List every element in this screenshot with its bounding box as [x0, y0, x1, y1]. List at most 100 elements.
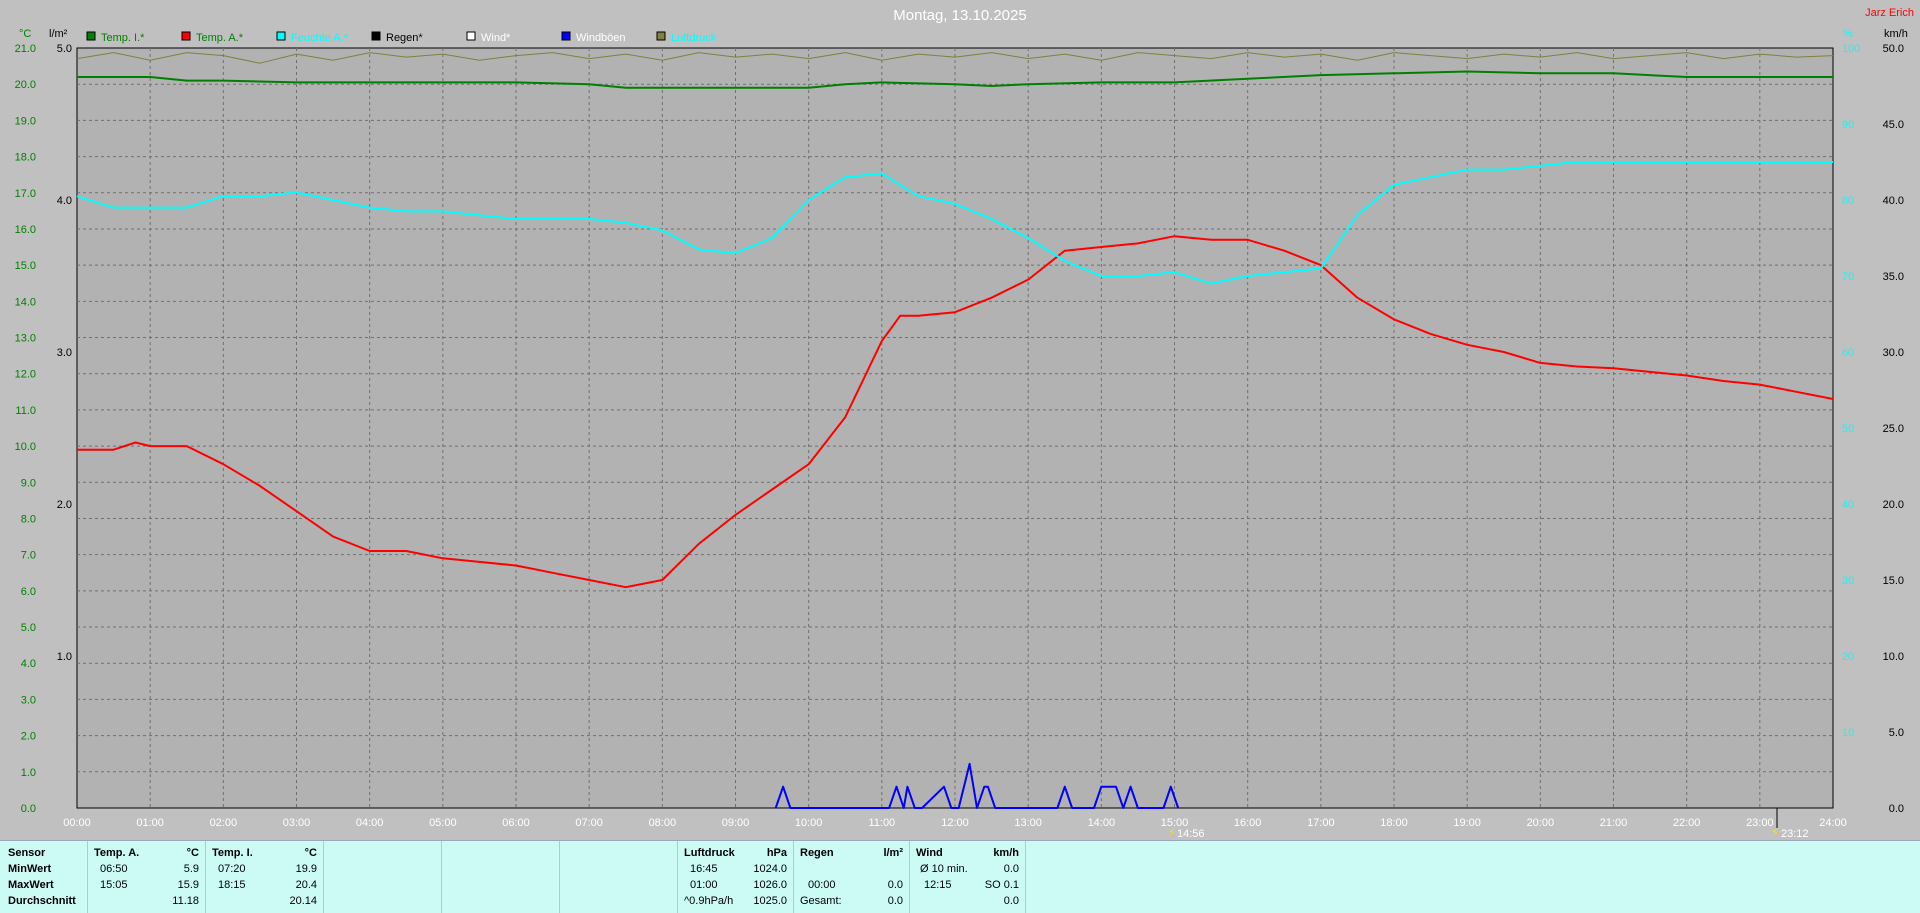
wind-title: Wind — [916, 847, 943, 859]
time-tick-label: 14:00 — [1088, 817, 1116, 829]
humidity-tick-label: 100 — [1842, 43, 1860, 55]
summary-pressure: Luftdruck hPa 16:45 1024.0 01:00 1026.0 … — [678, 841, 794, 913]
humidity-tick-label: 60 — [1842, 347, 1854, 359]
summary-temp-i: Temp. I. °C 07:20 19.9 18:15 20.4 20.14 — [206, 841, 324, 913]
lightning-icon: ⚡ — [1168, 826, 1176, 839]
humidity-tick-label: 50 — [1842, 423, 1854, 435]
wind-extra-value: 0.0 — [1003, 895, 1019, 907]
wind-tick-label: 50.0 — [1883, 43, 1904, 55]
temp-tick-label: 9.0 — [21, 477, 36, 489]
summary-panel: Sensor MinWert MaxWert Durchschnitt Temp… — [0, 840, 1920, 913]
legend-label-regen: Regen* — [386, 32, 423, 44]
humidity-tick-label: 80 — [1842, 195, 1854, 207]
time-tick-label: 13:00 — [1014, 817, 1042, 829]
legend-label-temp-a: Temp. A.* — [196, 32, 244, 44]
humidity-tick-label: 20 — [1842, 651, 1854, 663]
legend-swatch-feuchte-a — [276, 31, 286, 41]
weather-chart: 0.0 1.0 2.0 3.0 4.0 5.0 6.0 7.0 8.0 9.0 10.0 11.0 12… — [0, 0, 1920, 840]
wind-avg-label: Ø 10 min. — [920, 863, 968, 875]
wind-max-value: SO 0.1 — [984, 879, 1019, 891]
humidity-tick-label: 90 — [1842, 119, 1854, 131]
time-tick-label: 17:00 — [1307, 817, 1335, 829]
temp-tick-label: 1.0 — [21, 767, 36, 779]
marker-left: ⚡ 14:56 — [1168, 826, 1205, 840]
temp-tick-label: 8.0 — [21, 513, 36, 525]
summary-wind: Wind km/h Ø 10 min. 0.0 12:15 SO 0.1 0.0 — [910, 841, 1026, 913]
temp-a-min-value: 5.9 — [183, 863, 199, 875]
time-tick-label: 23:00 — [1746, 817, 1774, 829]
summary-empty-1 — [324, 841, 442, 913]
time-tick-label: 02:00 — [210, 817, 238, 829]
pressure-min-time: 16:45 — [690, 863, 718, 875]
temp-tick-label: 17.0 — [15, 188, 36, 200]
temp-tick-label: 6.0 — [21, 586, 36, 598]
wind-tick-label: 40.0 — [1883, 195, 1904, 207]
humidity-unit-label: % — [1843, 28, 1853, 40]
temp-i-avg-value: 20.14 — [289, 895, 317, 907]
temp-a-title: Temp. A. — [94, 847, 140, 859]
summary-rain: Regen l/m² 00:00 0.0 Gesamt: 0.0 — [794, 841, 910, 913]
temp-i-title: Temp. I. — [212, 847, 253, 859]
time-tick-label: 18:00 — [1380, 817, 1408, 829]
temp-a-max-time: 15:05 — [100, 879, 128, 891]
rain-tick-label: 3.0 — [57, 347, 72, 359]
legend-swatch-windb-en — [561, 31, 571, 41]
time-tick-label: 22:00 — [1673, 817, 1701, 829]
humidity-tick-label: 10 — [1842, 727, 1854, 739]
time-tick-label: 03:00 — [283, 817, 311, 829]
legend-label-luftdruck: Luftdruck — [671, 32, 717, 44]
rain-title: Regen — [800, 847, 834, 859]
wind-tick-label: 10.0 — [1883, 651, 1904, 663]
wind-max-time: 12:15 — [924, 879, 952, 891]
station-name: Jarz Erich — [1865, 7, 1914, 19]
marker-left-label: 14:56 — [1177, 828, 1205, 840]
legend-swatch-temp-i — [86, 31, 96, 41]
summary-empty-3 — [560, 841, 678, 913]
rain-unit: l/m² — [883, 847, 903, 859]
wind-tick-label: 30.0 — [1883, 347, 1904, 359]
wind-avg-value: 0.0 — [1003, 863, 1019, 875]
temp-i-unit: °C — [304, 847, 317, 859]
legend-swatch-regen — [371, 31, 381, 41]
pressure-max-value: 1026.0 — [753, 879, 787, 891]
wind-tick-label: 45.0 — [1883, 119, 1904, 131]
time-tick-label: 12:00 — [941, 817, 969, 829]
wind-tick-label: 15.0 — [1883, 575, 1904, 587]
temp-tick-label: 11.0 — [15, 405, 36, 417]
summary-empty-2 — [442, 841, 560, 913]
summary-temp-a: Temp. A. °C 06:50 5.9 15:05 15.9 11.18 — [88, 841, 206, 913]
rain-tick-label: 4.0 — [57, 195, 72, 207]
temp-unit-label: °C — [19, 28, 31, 40]
row-label-max: MaxWert — [8, 879, 54, 891]
time-tick-label: 01:00 — [136, 817, 164, 829]
temp-a-min-time: 06:50 — [100, 863, 128, 875]
time-tick-label: 06:00 — [502, 817, 530, 829]
wind-tick-label: 5.0 — [1889, 727, 1904, 739]
sensor-header: Sensor — [8, 847, 46, 859]
summary-labels: Sensor MinWert MaxWert Durchschnitt — [0, 841, 88, 913]
pressure-trend: ^0.9hPa/h — [684, 895, 734, 907]
rain-tick-label: 5.0 — [57, 43, 72, 55]
pressure-min-value: 1024.0 — [753, 863, 787, 875]
humidity-tick-label: 70 — [1842, 271, 1854, 283]
pressure-max-time: 01:00 — [690, 879, 718, 891]
rain-tick-label: 1.0 — [57, 651, 72, 663]
legend-label-windb-en: Windböen — [576, 32, 626, 44]
temp-tick-label: 19.0 — [15, 115, 36, 127]
temp-tick-label: 0.0 — [21, 803, 36, 815]
lightning-icon: ⚡ — [1771, 826, 1779, 839]
time-tick-label: 04:00 — [356, 817, 384, 829]
row-label-min: MinWert — [8, 863, 52, 875]
time-tick-label: 24:00 — [1819, 817, 1847, 829]
time-tick-label: 00:00 — [63, 817, 91, 829]
time-tick-label: 16:00 — [1234, 817, 1262, 829]
chart-title: Montag, 13.10.2025 — [893, 7, 1026, 24]
time-tick-label: 11:00 — [868, 817, 895, 829]
rain-max-time: 00:00 — [808, 879, 836, 891]
pressure-title: Luftdruck — [684, 847, 735, 859]
temp-tick-label: 2.0 — [21, 731, 36, 743]
temp-tick-label: 16.0 — [15, 224, 36, 236]
legend-label-temp-i: Temp. I.* — [101, 32, 145, 44]
wind-tick-label: 20.0 — [1883, 499, 1904, 511]
temp-tick-label: 7.0 — [21, 550, 36, 562]
